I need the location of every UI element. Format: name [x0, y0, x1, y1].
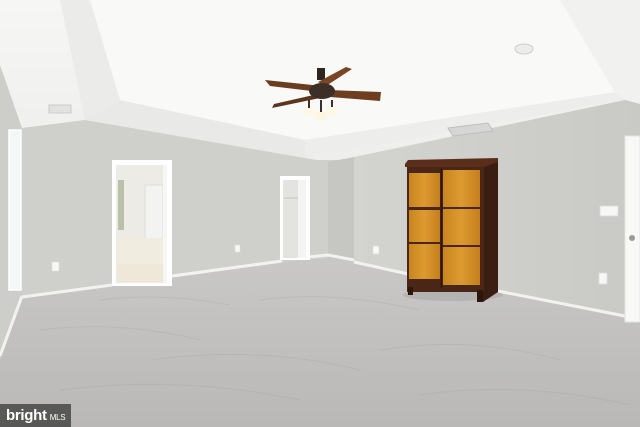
armoire-panel [443, 247, 480, 285]
bathroom-window [118, 180, 124, 230]
armoire-foot [408, 287, 413, 295]
outlet-back [51, 261, 60, 272]
armoire-panel [443, 170, 480, 207]
outlet-right-2 [372, 245, 380, 255]
armoire-panel [443, 209, 480, 245]
room-photo: bright MLS [0, 0, 640, 427]
armoire-side [483, 161, 498, 302]
right-door [624, 135, 640, 323]
left-window [8, 129, 22, 291]
watermark-suffix: MLS [49, 412, 66, 422]
ceiling-vent-left [48, 104, 72, 114]
bathroom-shower-glass [144, 184, 164, 241]
armoire-panel [409, 210, 440, 242]
armoire [403, 158, 503, 302]
bathroom-tub [117, 238, 163, 264]
watermark-brand: bright [6, 407, 47, 424]
fan-light [315, 111, 327, 121]
room-illustration [0, 0, 640, 427]
outlet-right [598, 272, 608, 285]
outlet-back-2 [234, 244, 241, 253]
back-wall-recess [328, 157, 354, 262]
bathroom-door-edge [163, 165, 167, 283]
watermark-logo: bright MLS [0, 404, 72, 427]
bathroom-floor [117, 264, 163, 283]
closet-door [298, 180, 306, 258]
armoire-foot [477, 290, 483, 302]
armoire-panel [409, 244, 440, 279]
light-switch [599, 205, 619, 217]
smoke-detector [514, 43, 534, 55]
armoire-panel [409, 173, 440, 207]
door-knob [629, 235, 635, 241]
fan-light [326, 106, 338, 116]
fan-light [303, 107, 315, 117]
